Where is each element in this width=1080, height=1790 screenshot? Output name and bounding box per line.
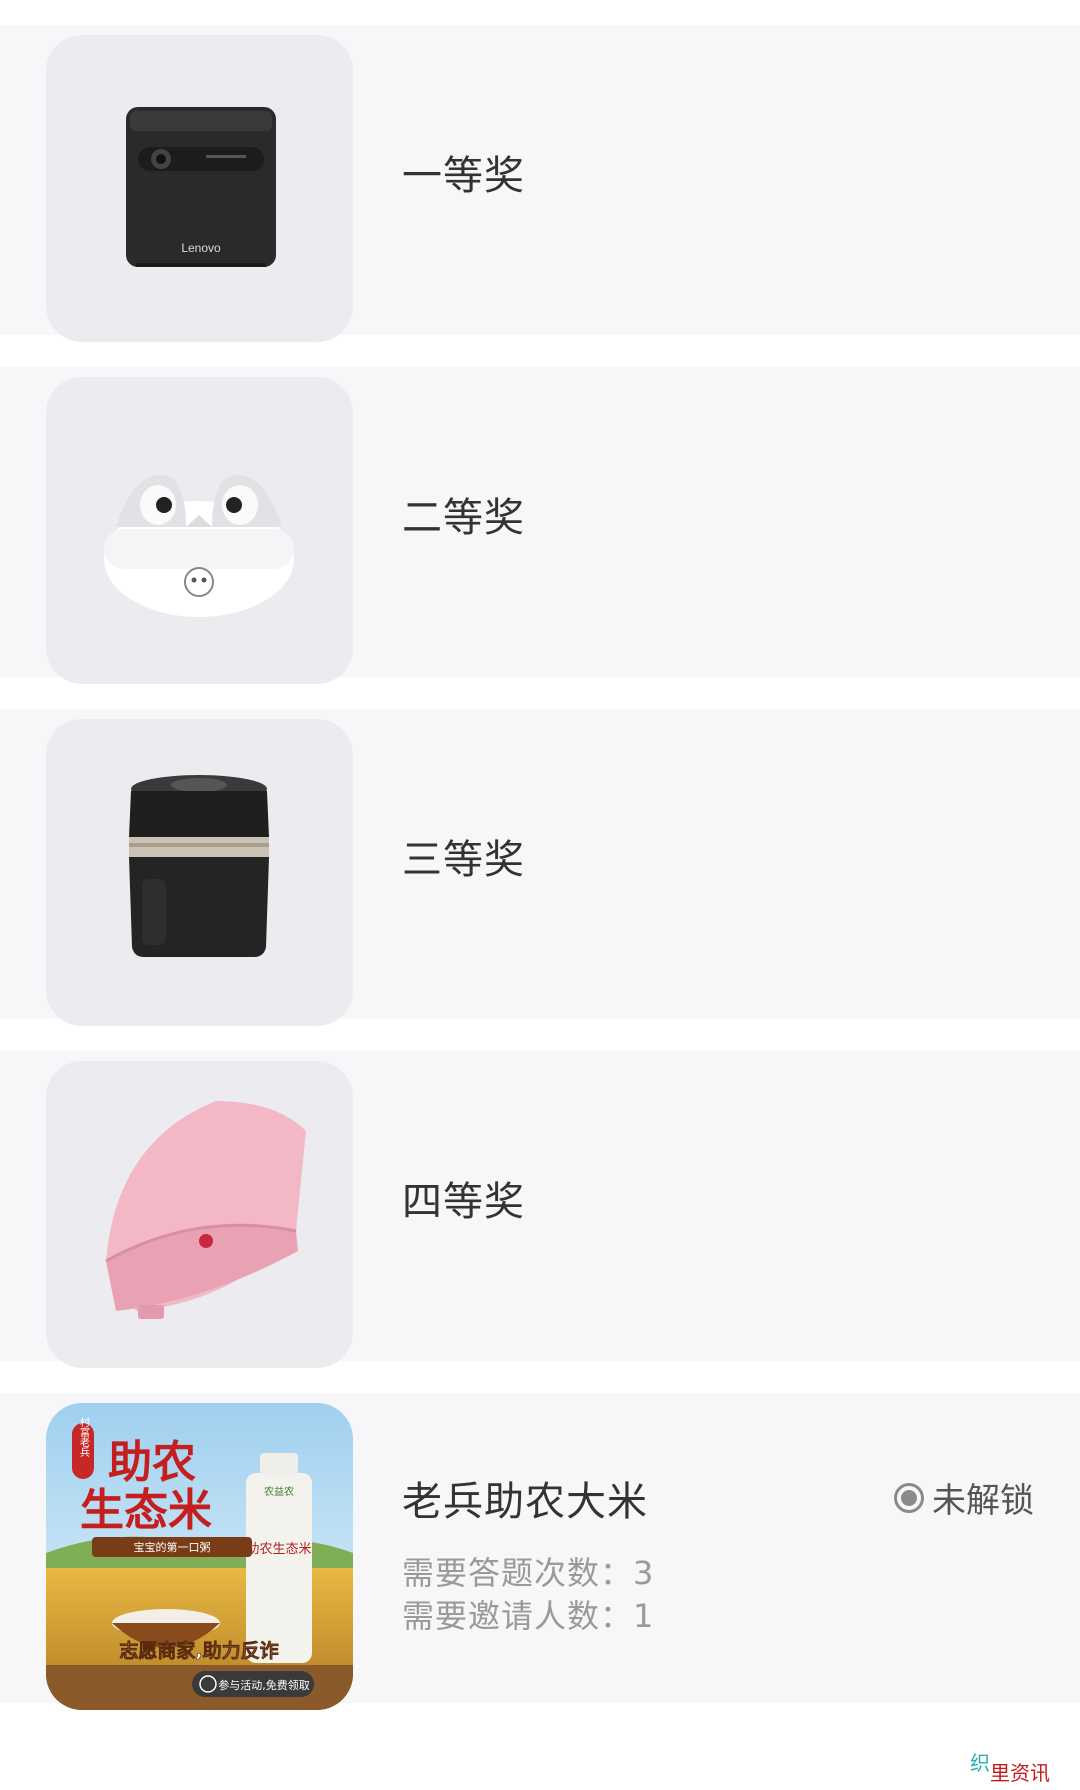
poster-headline-2: 生态米: [80, 1485, 212, 1536]
lock-status-label: 未解锁: [932, 1481, 1034, 1521]
invites-required: 需要邀请人数：1: [402, 1591, 654, 1637]
watermark: 织里资讯: [970, 1751, 1050, 1786]
prize-title: 一等奖: [402, 153, 525, 199]
poster-headline-1: 助农: [108, 1437, 196, 1488]
poster-ribbon: 宝宝的第一口粥: [134, 1540, 211, 1554]
answers-required-value: 3: [633, 1554, 655, 1592]
bag-title-text: 助农生态米: [246, 1542, 311, 1557]
invites-required-value: 1: [633, 1597, 655, 1635]
watermark-part-1: 织: [970, 1751, 990, 1775]
poster-side-stamp: 村富老兵: [78, 1416, 90, 1458]
prize-row-rice[interactable]: 农益农 助农生态米 村富老兵 助农 生态米 宝宝的第一口粥 志愿商家,助力反诈 …: [0, 1393, 1080, 1710]
radio-icon: [894, 1482, 924, 1513]
invites-required-label: 需要邀请人数：: [402, 1597, 634, 1635]
svg-text:Lenovo: Lenovo: [181, 241, 221, 255]
watermark-part-2: 里资讯: [990, 1761, 1050, 1785]
sandwich-maker-image: [46, 1061, 353, 1368]
prize-title: 二等奖: [402, 495, 525, 541]
lock-status: 未解锁: [894, 1473, 1034, 1522]
air-fryer-image: [46, 719, 353, 1026]
poster-slogan: 志愿商家,助力反诈: [119, 1639, 278, 1662]
earbuds-image: [46, 377, 353, 684]
prize-row-fourth[interactable]: 四等奖: [0, 1051, 1080, 1368]
prize-title: 老兵助农大米: [402, 1479, 648, 1525]
projector-image: Lenovo: [46, 35, 353, 342]
prize-row-third[interactable]: 三等奖: [0, 709, 1080, 1026]
prize-row-first[interactable]: Lenovo 一等奖: [0, 25, 1080, 342]
prize-title: 三等奖: [402, 837, 525, 883]
bag-brand-text: 农益农: [264, 1485, 294, 1498]
prize-title: 四等奖: [402, 1179, 525, 1225]
prize-row-second[interactable]: 二等奖: [0, 367, 1080, 684]
answers-required: 需要答题次数：3: [402, 1548, 654, 1594]
rice-poster-image: 农益农 助农生态米 村富老兵 助农 生态米 宝宝的第一口粥 志愿商家,助力反诈 …: [46, 1403, 353, 1710]
answers-required-label: 需要答题次数：: [402, 1554, 634, 1592]
poster-cta: 参与活动,免费领取: [218, 1678, 310, 1692]
